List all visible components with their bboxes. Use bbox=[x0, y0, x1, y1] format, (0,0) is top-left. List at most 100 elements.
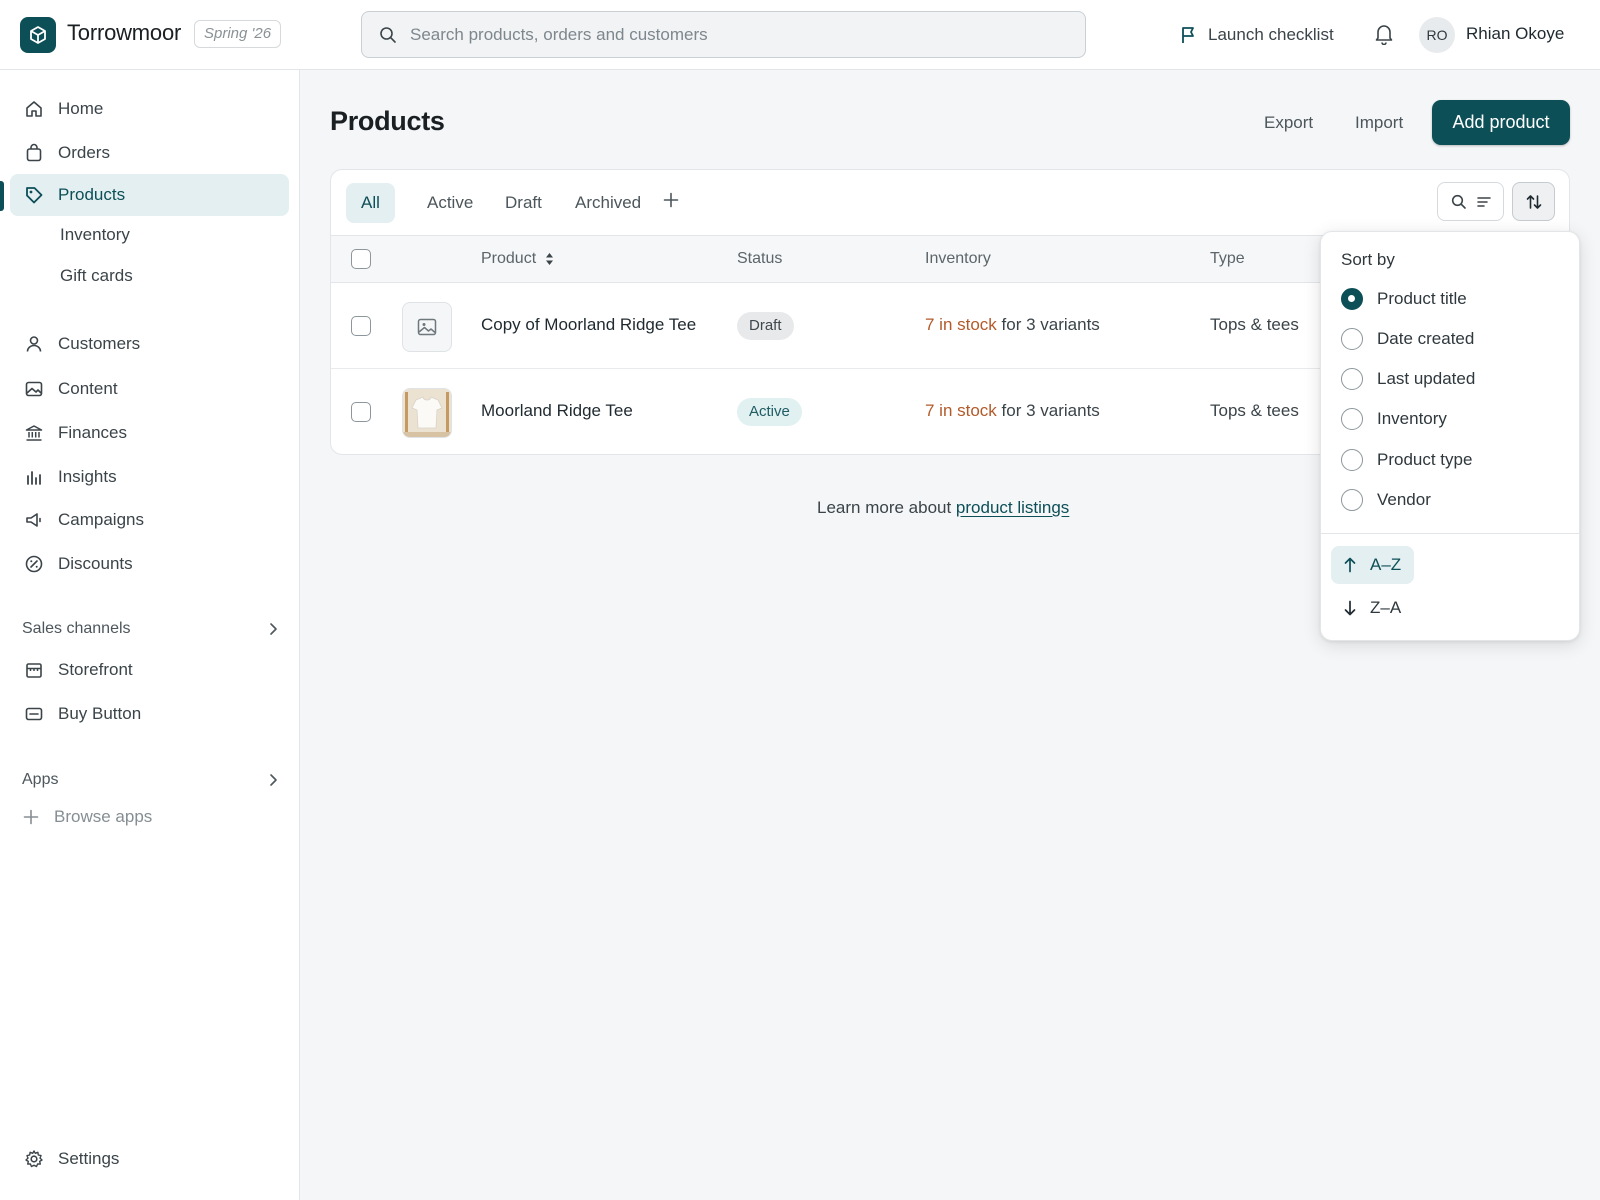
placeholder-image-icon bbox=[417, 318, 437, 336]
sidebar-item-finances[interactable]: Finances bbox=[10, 412, 289, 454]
sidebar-item-label: Discounts bbox=[58, 554, 133, 573]
top-bar: Torrowmoor Spring '26 Launch checklist R… bbox=[0, 0, 1600, 70]
tag-icon bbox=[23, 184, 45, 206]
status-badge: Active bbox=[737, 398, 802, 426]
store-logo-icon[interactable] bbox=[20, 17, 56, 53]
sort-popover: Sort by Product title Date created Last … bbox=[1320, 231, 1580, 641]
sort-direction-label: Z–A bbox=[1370, 598, 1402, 617]
product-thumbnail bbox=[402, 388, 452, 438]
add-product-button[interactable]: Add product bbox=[1432, 100, 1570, 145]
page-title: Products bbox=[330, 106, 445, 136]
export-button[interactable]: Export bbox=[1264, 108, 1313, 138]
search-filter-button[interactable] bbox=[1437, 182, 1504, 221]
sidebar-item-home[interactable]: Home bbox=[10, 88, 289, 130]
buy-button-icon bbox=[23, 703, 45, 725]
product-type: Tops & tees bbox=[1210, 401, 1299, 420]
bar-chart-icon bbox=[23, 466, 45, 488]
sidebar-item-label: Insights bbox=[58, 467, 117, 486]
sort-ascending-option[interactable]: A–Z bbox=[1331, 546, 1415, 584]
import-button[interactable]: Import bbox=[1355, 108, 1403, 138]
launch-checklist-button[interactable]: Launch checklist bbox=[1180, 22, 1334, 48]
sort-option-label: Last updated bbox=[1377, 369, 1476, 388]
sort-option-label: Product type bbox=[1377, 450, 1473, 469]
radio[interactable] bbox=[1341, 368, 1363, 390]
product-thumbnail bbox=[402, 302, 452, 352]
notifications-bell-icon[interactable] bbox=[1374, 23, 1394, 45]
apps-header[interactable]: Apps bbox=[22, 767, 278, 793]
global-search[interactable] bbox=[361, 11, 1086, 58]
product-type: Tops & tees bbox=[1210, 315, 1299, 334]
browse-apps-link[interactable]: Browse apps bbox=[23, 804, 152, 830]
sort-option-date-created[interactable]: Date created bbox=[1341, 326, 1474, 352]
store-name[interactable]: Torrowmoor bbox=[67, 20, 181, 46]
sidebar-item-settings[interactable]: Settings bbox=[10, 1138, 289, 1180]
sidebar-item-label: Content bbox=[58, 379, 118, 398]
megaphone-icon bbox=[23, 509, 45, 531]
sort-option-label: Inventory bbox=[1377, 409, 1447, 428]
sidebar-item-storefront[interactable]: Storefront bbox=[10, 649, 289, 691]
sidebar-item-buy-button[interactable]: Buy Button bbox=[10, 693, 289, 735]
product-listings-link[interactable]: product listings bbox=[956, 498, 1069, 517]
column-status-header: Status bbox=[737, 250, 783, 267]
radio[interactable] bbox=[1341, 489, 1363, 511]
tab-archived[interactable]: Archived bbox=[560, 183, 656, 223]
stock-count: 7 in stock bbox=[925, 401, 997, 420]
sidebar-item-label: Products bbox=[58, 185, 126, 204]
sidebar-subitem-inventory[interactable]: Inventory bbox=[60, 225, 130, 245]
sidebar-item-discounts[interactable]: Discounts bbox=[10, 543, 289, 585]
sidebar-item-insights[interactable]: Insights bbox=[10, 456, 289, 498]
sidebar-subitem-gift-cards[interactable]: Gift cards bbox=[60, 266, 133, 286]
sales-channels-header[interactable]: Sales channels bbox=[22, 616, 278, 642]
user-avatar[interactable]: RO bbox=[1419, 17, 1455, 53]
search-icon bbox=[1451, 194, 1467, 210]
radio[interactable] bbox=[1341, 449, 1363, 471]
active-nav-indicator bbox=[0, 181, 4, 211]
product-title[interactable]: Moorland Ridge Tee bbox=[481, 401, 633, 421]
sidebar-item-content[interactable]: Content bbox=[10, 368, 289, 410]
radio[interactable] bbox=[1341, 328, 1363, 350]
column-type-header: Type bbox=[1210, 250, 1245, 267]
sidebar-item-customers[interactable]: Customers bbox=[10, 323, 289, 365]
variant-count: for 3 variants bbox=[996, 315, 1100, 334]
gear-icon bbox=[23, 1148, 45, 1170]
plus-icon bbox=[23, 809, 39, 825]
sort-option-label: Date created bbox=[1377, 329, 1475, 348]
sort-option-vendor[interactable]: Vendor bbox=[1341, 487, 1431, 513]
image-icon bbox=[23, 378, 45, 400]
add-view-plus-icon[interactable] bbox=[663, 192, 679, 208]
flag-icon bbox=[1180, 26, 1196, 44]
user-name[interactable]: Rhian Okoye bbox=[1466, 24, 1564, 44]
radio[interactable] bbox=[1341, 408, 1363, 430]
sales-channels-heading: Sales channels bbox=[22, 620, 131, 637]
row-checkbox[interactable] bbox=[351, 316, 371, 336]
tab-all[interactable]: All bbox=[346, 183, 395, 223]
radio-selected[interactable] bbox=[1341, 288, 1363, 310]
filter-lines-icon bbox=[1476, 196, 1491, 208]
column-product-header[interactable]: Product bbox=[481, 250, 554, 268]
sort-option-product-type[interactable]: Product type bbox=[1341, 447, 1472, 473]
arrow-up-icon bbox=[1344, 557, 1356, 573]
stock-count: 7 in stock bbox=[925, 315, 997, 334]
discount-icon bbox=[23, 553, 45, 575]
tab-draft[interactable]: Draft bbox=[490, 183, 557, 223]
row-checkbox[interactable] bbox=[351, 402, 371, 422]
sort-option-product-title[interactable]: Product title bbox=[1341, 286, 1467, 312]
sort-option-last-updated[interactable]: Last updated bbox=[1341, 366, 1475, 392]
sort-arrows-icon bbox=[1525, 193, 1543, 211]
status-badge: Draft bbox=[737, 312, 794, 340]
sidebar-item-label: Orders bbox=[58, 143, 110, 162]
select-all-checkbox[interactable] bbox=[351, 249, 371, 269]
tab-active[interactable]: Active bbox=[412, 183, 488, 223]
sort-by-heading: Sort by bbox=[1341, 250, 1395, 269]
sidebar-item-products[interactable]: Products bbox=[10, 174, 289, 216]
sort-option-inventory[interactable]: Inventory bbox=[1341, 406, 1447, 432]
sort-button[interactable] bbox=[1512, 182, 1555, 221]
sidebar-item-orders[interactable]: Orders bbox=[10, 132, 289, 174]
inventory-cell: 7 in stock for 3 variants bbox=[925, 315, 1100, 335]
product-title[interactable]: Copy of Moorland Ridge Tee bbox=[481, 315, 696, 335]
search-input[interactable] bbox=[410, 12, 1070, 57]
arrow-down-icon bbox=[1344, 600, 1356, 616]
sort-descending-option[interactable]: Z–A bbox=[1331, 589, 1414, 627]
sidebar-item-campaigns[interactable]: Campaigns bbox=[10, 499, 289, 541]
sidebar-item-label: Buy Button bbox=[58, 704, 142, 723]
